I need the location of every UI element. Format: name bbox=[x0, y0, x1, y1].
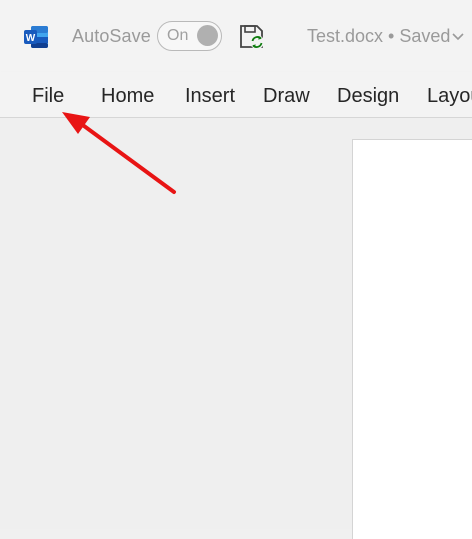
tab-insert[interactable]: Insert bbox=[185, 85, 235, 108]
autosave-toggle[interactable]: On bbox=[157, 21, 222, 51]
autosave-label: AutoSave bbox=[72, 26, 151, 46]
save-sync-icon[interactable] bbox=[238, 23, 266, 51]
tab-file[interactable]: File bbox=[32, 85, 64, 108]
document-page[interactable] bbox=[352, 139, 472, 539]
document-canvas[interactable] bbox=[0, 118, 472, 539]
svg-text:W: W bbox=[26, 33, 36, 44]
word-logo-icon[interactable]: W bbox=[23, 25, 49, 49]
tab-home[interactable]: Home bbox=[101, 85, 154, 108]
chevron-down-icon[interactable] bbox=[452, 33, 464, 41]
ribbon-tabs: File Home Insert Draw Design Layou bbox=[0, 72, 472, 118]
title-bar: W AutoSave On Test.docx • Saved bbox=[0, 0, 472, 72]
autosave-toggle-text: On bbox=[167, 27, 189, 44]
document-title[interactable]: Test.docx • Saved bbox=[307, 26, 450, 47]
tab-design[interactable]: Design bbox=[337, 85, 399, 108]
tab-layout[interactable]: Layou bbox=[427, 85, 472, 108]
tab-draw[interactable]: Draw bbox=[263, 85, 310, 108]
toggle-knob bbox=[197, 25, 218, 46]
